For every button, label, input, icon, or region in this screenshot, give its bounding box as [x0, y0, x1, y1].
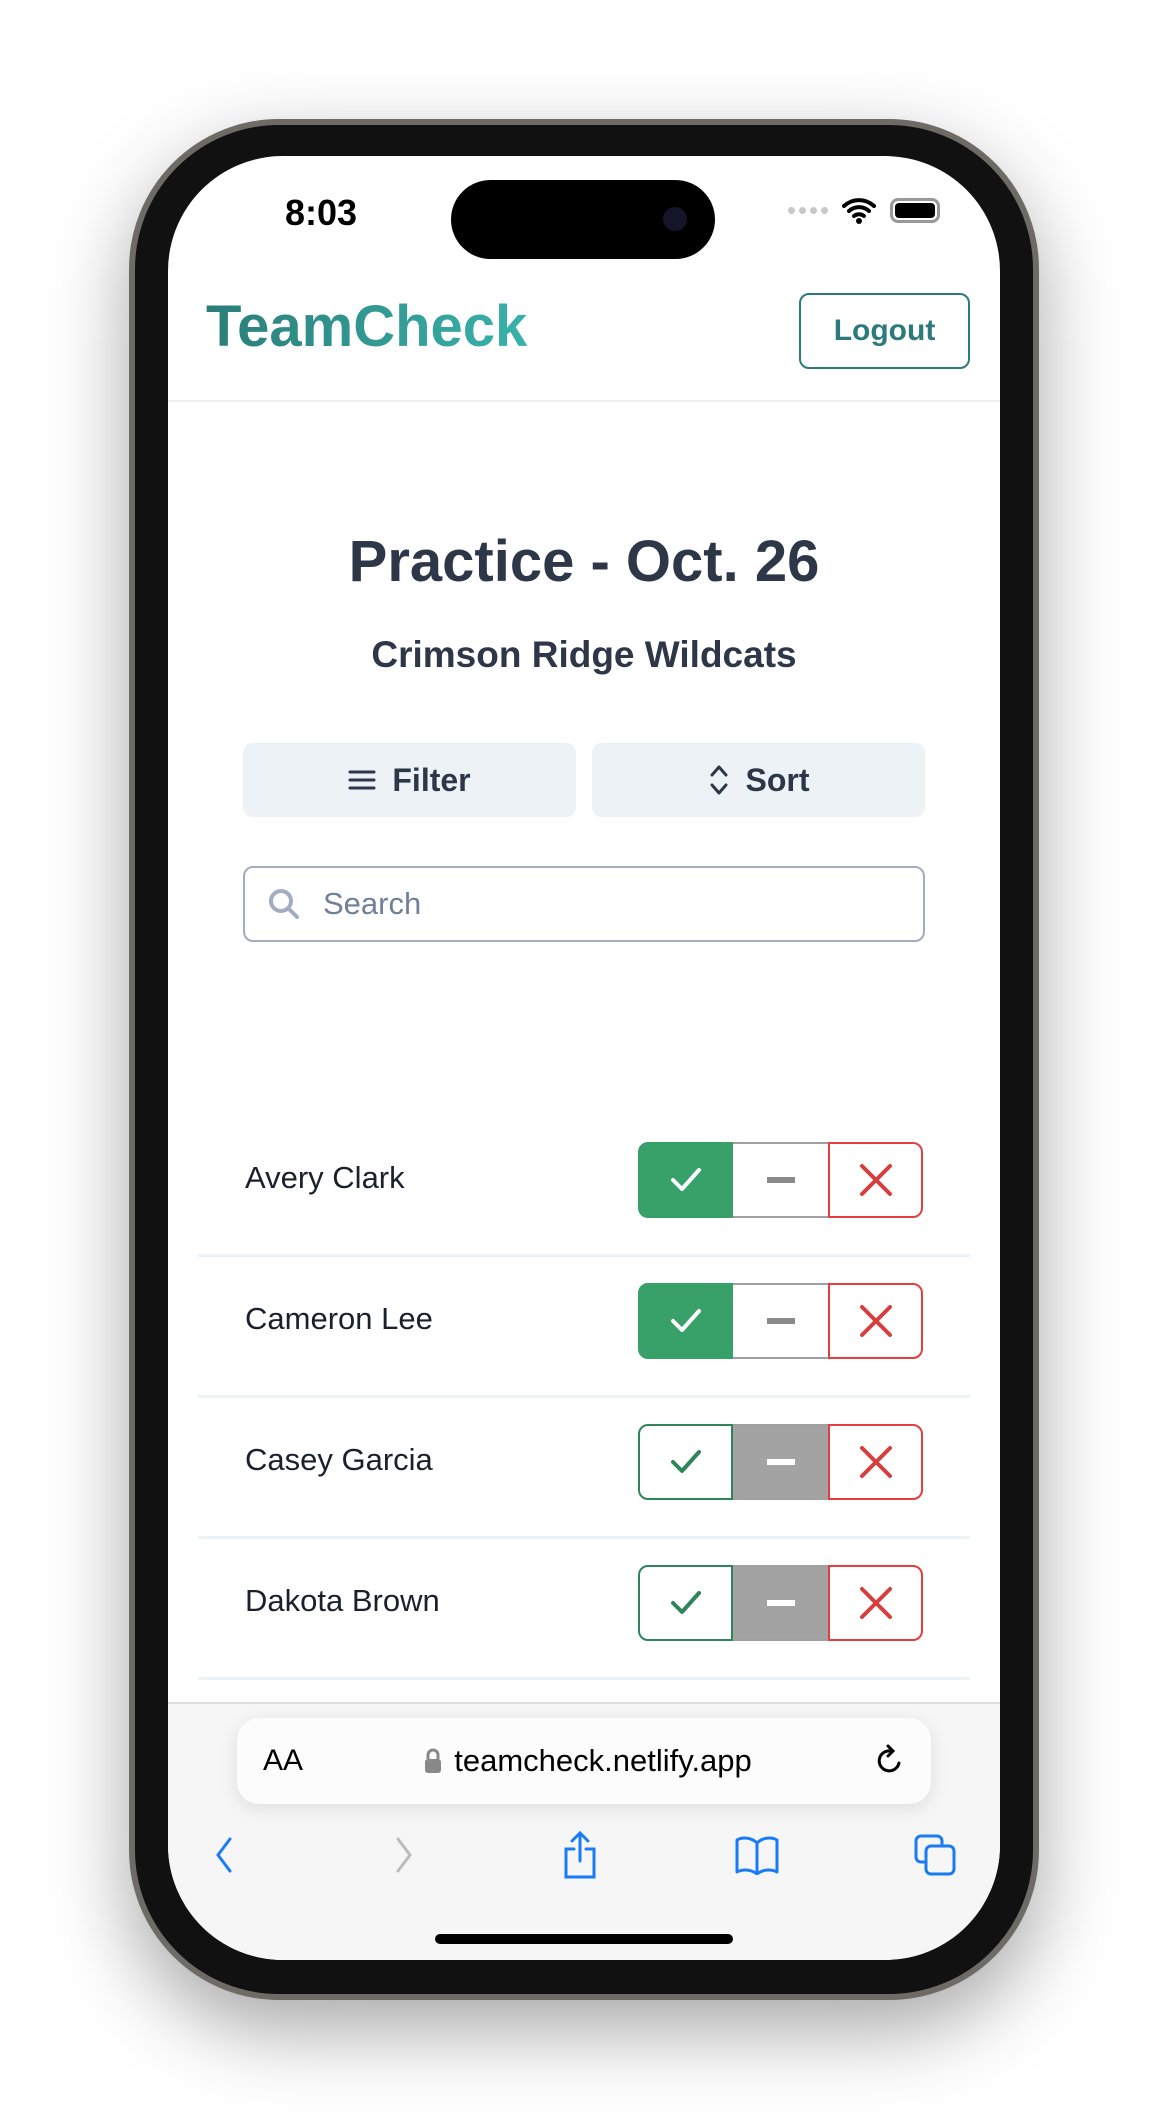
minus-icon [766, 1459, 795, 1465]
tabs-button[interactable] [910, 1830, 960, 1880]
excused-button[interactable] [733, 1142, 828, 1218]
page-title: Practice - Oct. 26 [348, 529, 820, 594]
share-icon [564, 1831, 596, 1879]
excused-button[interactable] [733, 1283, 828, 1359]
x-icon [859, 1305, 892, 1337]
x-icon [859, 1446, 892, 1478]
chevron-left-icon [216, 1837, 232, 1873]
player-row: Casey Garcia [198, 1398, 970, 1539]
signal-icon [788, 206, 828, 214]
player-row: Dakota Brown [198, 1539, 970, 1680]
attendance-toggle [638, 1424, 923, 1500]
phone-screen: 8:03 TeamCheck Logout Practice - Oct. 26… [168, 156, 1000, 1960]
header-divider [168, 400, 1000, 402]
minus-icon [766, 1600, 795, 1606]
filter-label: Filter [392, 761, 471, 798]
team-name: Crimson Ridge Wildcats [371, 634, 797, 675]
wifi-icon [842, 198, 876, 224]
player-row: Avery Clark [198, 1116, 970, 1257]
home-indicator[interactable] [435, 1934, 733, 1944]
present-button[interactable] [638, 1283, 733, 1359]
attendance-toggle [638, 1565, 923, 1641]
x-icon [859, 1164, 892, 1196]
battery-icon [890, 197, 940, 223]
excused-button[interactable] [733, 1565, 828, 1641]
lock-icon [425, 1748, 442, 1773]
search-input[interactable] [323, 886, 883, 922]
check-icon [670, 1450, 701, 1473]
bookmarks-button[interactable] [732, 1830, 782, 1880]
share-button[interactable] [555, 1830, 605, 1880]
book-icon [735, 1836, 779, 1875]
logout-button[interactable]: Logout [799, 293, 970, 369]
camera-icon [663, 207, 687, 231]
absent-button[interactable] [828, 1565, 923, 1641]
check-icon [670, 1309, 701, 1332]
minus-icon [766, 1177, 795, 1183]
absent-button[interactable] [828, 1142, 923, 1218]
check-icon [670, 1168, 701, 1191]
player-name: Avery Clark [245, 1160, 405, 1195]
app-logo[interactable]: TeamCheck [206, 293, 527, 360]
absent-button[interactable] [828, 1424, 923, 1500]
forward-button[interactable] [379, 1830, 429, 1880]
present-button[interactable] [638, 1565, 733, 1641]
attendance-toggle [638, 1283, 923, 1359]
address-bar[interactable]: AA teamcheck.netlify.app [237, 1718, 931, 1804]
menu-icon [348, 770, 376, 790]
x-icon [859, 1587, 892, 1619]
dynamic-island [451, 180, 715, 259]
text-size-button[interactable]: AA [263, 1744, 303, 1778]
minus-icon [766, 1318, 795, 1324]
url-field[interactable]: teamcheck.netlify.app [303, 1743, 873, 1779]
search-icon [269, 889, 299, 919]
reload-icon[interactable] [873, 1743, 905, 1779]
player-row: Cameron Lee [198, 1257, 970, 1398]
excused-button[interactable] [733, 1424, 828, 1500]
back-button[interactable] [199, 1830, 249, 1880]
check-icon [670, 1591, 701, 1614]
present-button[interactable] [638, 1142, 733, 1218]
search-field[interactable] [243, 866, 925, 942]
present-button[interactable] [638, 1424, 733, 1500]
status-time: 8:03 [285, 192, 358, 233]
player-name: Casey Garcia [245, 1442, 433, 1477]
filter-button[interactable]: Filter [243, 743, 576, 817]
chevron-up-down-icon [710, 765, 727, 795]
attendance-toggle [638, 1142, 923, 1218]
player-name: Cameron Lee [245, 1301, 433, 1336]
url-text: teamcheck.netlify.app [454, 1743, 752, 1778]
sort-label: Sort [745, 761, 810, 798]
absent-button[interactable] [828, 1283, 923, 1359]
sort-button[interactable]: Sort [592, 743, 925, 817]
tabs-icon [914, 1834, 956, 1876]
player-name: Dakota Brown [245, 1583, 440, 1618]
status-icons [788, 196, 940, 224]
chevron-right-icon [396, 1837, 412, 1873]
